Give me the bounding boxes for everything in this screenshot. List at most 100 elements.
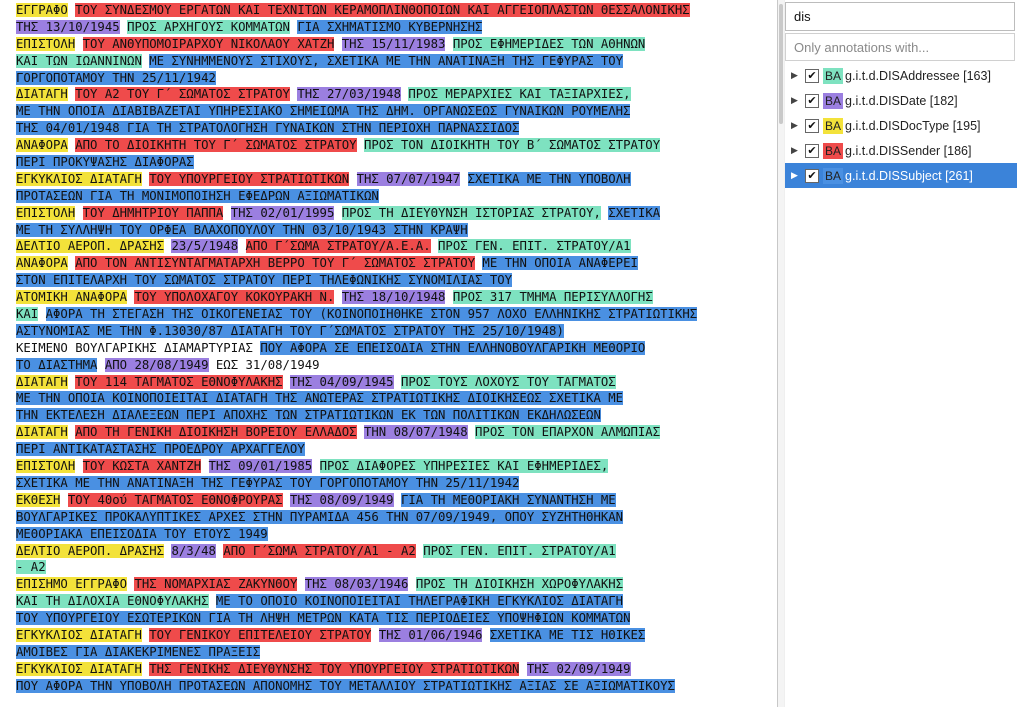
annotation-dissender[interactable]: ΤΟΥ ΥΠΟΥΡΓΕΙΟΥ ΣΤΡΑΤΙΩΤΙΚΩΝ (149, 171, 350, 186)
annotation-dissubject[interactable]: ΠΡΟΤΑΣΕΩΝ ΓΙΑ ΤΗ ΜΟΝΙΜΟΠΟΙΗΣΗ ΕΦΕΔΡΩΝ ΑΞ… (16, 188, 379, 203)
annotation-dissender[interactable]: ΤΟΥ 114 ΤΑΓΜΑΤΟΣ ΕΘΝΟΦΥΛΑΚΗΣ (75, 374, 283, 389)
annotation-dissubject[interactable]: ΣΧΕΤΙΚΑ ΜΕ ΤΙΣ ΗΘΙΚΕΣ (489, 627, 646, 642)
expand-arrow-icon[interactable]: ▶ (791, 170, 801, 181)
annotation-disaddressee[interactable]: ΚΑΙ (16, 307, 39, 322)
annotation-disdate[interactable]: ΤΗΣ 01/06/1946 (378, 627, 483, 642)
annotation-disaddressee[interactable]: ΠΡΟΣ ΑΡΧΗΓΟΥΣ ΚΟΜΜΑΤΩΝ (127, 19, 290, 34)
visibility-checkbox[interactable]: ✔ (805, 143, 819, 158)
annotation-dissender[interactable]: ΤΟΥ ΓΕΝΙΚΟΥ ΕΠΙΤΕΛΕΙΟΥ ΣΤΡΑΤΟΥ (149, 627, 372, 642)
annotation-dissubject[interactable]: ΣΤΟΝ ΕΠΙΤΕΛΑΡΧΗ ΤΟΥ ΣΩΜΑΤΟΣ ΣΤΡΑΤΟΥ ΠΕΡΙ… (16, 273, 513, 288)
annotation-dissubject[interactable]: ΓΙΑ ΣΧΗΜΑΤΙΣΜΟ ΚΥΒΕΡΝΗΣΗΣ (297, 19, 483, 34)
annotation-disaddressee[interactable]: ΠΡΟΣ ΓΕΝ. ΕΠΙΤ. ΣΤΡΑΤΟΥ/Α1 (423, 543, 616, 558)
visibility-checkbox[interactable]: ✔ (805, 68, 819, 83)
annotation-disdate[interactable]: ΤΗΝ 08/07/1948 (363, 425, 468, 440)
expand-arrow-icon[interactable]: ▶ (791, 145, 801, 156)
expand-arrow-icon[interactable]: ▶ (791, 95, 801, 106)
annotation-disaddressee[interactable]: ΠΡΟΣ ΤΟΝ ΔΙΟΙΚΗΤΗ ΤΟΥ Β΄ ΣΩΜΑΤΟΣ ΣΤΡΑΤΟΥ (363, 138, 661, 153)
annotation-dissender[interactable]: ΑΠΟ Γ΄ΣΩΜΑ ΣΤΡΑΤΟΥ/Α.Ε.Α. (245, 239, 431, 254)
annotation-disaddressee[interactable]: ΠΡΟΣ 317 ΤΜΗΜΑ ΠΕΡΙΣΥΛΛΟΓΗΣ (452, 290, 653, 305)
annotation-disdate[interactable]: ΤΗΣ 04/09/1945 (289, 374, 394, 389)
annotation-disaddressee[interactable]: ΠΡΟΣ ΓΕΝ. ΕΠΙΤ. ΣΤΡΑΤΟΥ/Α1 (438, 239, 631, 254)
annotation-dissubject[interactable]: ΣΧΕΤΙΚΑ ΜΕ ΤΗΝ ΑΝΑΤΙΝΑΞΗ ΤΗΣ ΓΕΦΥΡΑΣ ΤΟΥ… (16, 475, 520, 490)
document-text[interactable]: ΕΓΓΡΑΦΟ ΤΟΥ ΣΥΝΔΕΣΜΟΥ ΕΡΓΑΤΩΝ ΚΑΙ ΤΕΧΝΙΤ… (16, 2, 760, 695)
annotation-disdate[interactable]: ΤΗΣ 07/07/1947 (356, 171, 461, 186)
expand-arrow-icon[interactable]: ▶ (791, 70, 801, 81)
annotation-type-item-dissubject[interactable]: ▶ ✔ BA g.i.t.d.DISSubject [261] (785, 163, 1017, 188)
annotation-dissubject[interactable]: ΜΕ ΤΗΝ ΟΠΟΙΑ ΔΙΑΒΙΒΑΖΕΤΑΙ ΥΠΗΡΕΣΙΑΚΟ ΣΗΜ… (16, 104, 631, 119)
annotation-disdoctype[interactable]: ΔΙΑΤΑΓΗ (16, 374, 68, 389)
annotation-disdoctype[interactable]: ΕΓΚΥΚΛΙΟΣ ΔΙΑΤΑΓΗ (16, 627, 142, 642)
annotation-disdate[interactable]: ΤΗΣ 02/09/1949 (526, 661, 631, 676)
annotation-disdoctype[interactable]: ΑΝΑΦΟΡΑ (16, 138, 68, 153)
annotation-dissubject[interactable]: ΜΕ ΣΥΝΗΜΜΕΝΟΥΣ ΣΤΙΧΟΥΣ, ΣΧΕΤΙΚΑ ΜΕ ΤΗΝ Α… (149, 53, 624, 68)
document-scrollbar[interactable] (778, 0, 784, 707)
visibility-checkbox[interactable]: ✔ (805, 118, 819, 133)
annotation-disdoctype[interactable]: ΑΝΑΦΟΡΑ (16, 256, 68, 271)
annotation-disdate[interactable]: ΤΗΣ 18/10/1948 (341, 290, 446, 305)
annotation-type-item-disaddressee[interactable]: ▶ ✔ BA g.i.t.d.DISAddressee [163] (785, 63, 1017, 88)
annotation-type-item-disdoctype[interactable]: ▶ ✔ BA g.i.t.d.DISDocType [195] (785, 113, 1017, 138)
visibility-checkbox[interactable]: ✔ (805, 168, 819, 183)
expand-arrow-icon[interactable]: ▶ (791, 120, 801, 131)
annotation-dissubject[interactable]: ΠΕΡΙ ΠΡΟΚΥΨΑΣΗΣ ΔΙΑΦΟΡΑΣ (16, 155, 194, 170)
annotation-dissender[interactable]: ΤΟΥ ΔΗΜΗΤΡΙΟΥ ΠΑΠΠΑ (82, 205, 224, 220)
annotation-dissender[interactable]: ΤΟΥ Α2 ΤΟΥ Γ΄ ΣΩΜΑΤΟΣ ΣΤΡΑΤΟΥ (75, 87, 290, 102)
annotation-color-badge[interactable]: BA (823, 167, 844, 184)
annotation-disdate[interactable]: ΤΗΣ 08/09/1949 (289, 492, 394, 507)
scrollbar-thumb[interactable] (779, 4, 783, 124)
annotation-disdoctype[interactable]: ΔΕΛΤΙΟ ΑΕΡΟΠ. ΔΡΑΣΗΣ (16, 239, 165, 254)
annotation-color-badge[interactable]: BA (823, 67, 844, 84)
annotation-dissubject[interactable]: ΒΟΥΛΓΑΡΙΚΕΣ ΠΡΟΚΑΛΥΠΤΙΚΕΣ ΑΡΧΕΣ ΣΤΗΝ ΠΥΡ… (16, 509, 624, 524)
annotation-disaddressee[interactable]: ΚΑΙ ΤΩΝ ΙΩΑΝΝΙΝΩΝ (16, 53, 142, 68)
annotation-dissubject[interactable]: ΤΟ ΔΙΑΣΤΗΜΑ (16, 357, 98, 372)
annotation-disdoctype[interactable]: ΔΕΛΤΙΟ ΑΕΡΟΠ. ΔΡΑΣΗΣ (16, 543, 165, 558)
annotation-dissender[interactable]: ΤΗΣ ΓΕΝΙΚΗΣ ΔΙΕΥΘΥΝΣΗΣ ΤΟΥ ΥΠΟΥΡΓΕΙΟΥ ΣΤ… (149, 661, 520, 676)
annotation-dissubject[interactable]: ΣΧΕΤΙΚΑ (608, 205, 661, 220)
annotation-disaddressee[interactable]: ΠΡΟΣ ΜΕΡΑΡΧΙΕΣ ΚΑΙ ΤΑΞΙΑΡΧΙΕΣ, (408, 87, 631, 102)
annotation-dissender[interactable]: ΤΟΥ ΥΠΟΛΟΧΑΓΟΥ ΚΟΚΟΥΡΑΚΗ Ν. (134, 290, 335, 305)
annotation-dissubject[interactable]: ΠΕΡΙ ΑΝΤΙΚΑΤΑΣΤΑΣΗΣ ΠΡΟΕΔΡΟΥ ΑΡΧΑΓΓΕΛΟΥ (16, 442, 305, 457)
annotation-dissubject[interactable]: ΑΜΟΙΒΕΣ ΓΙΑ ΔΙΑΚΕΚΡΙΜΕΝΕΣ ΠΡΑΞΕΙΣ (16, 644, 261, 659)
annotation-disdoctype[interactable]: ΕΚΘΕΣΗ (16, 492, 61, 507)
annotation-dissubject[interactable]: ΣΧΕΤΙΚΑ ΜΕ ΤΗΝ ΥΠΟΒΟΛΗ (467, 171, 631, 186)
annotation-dissender[interactable]: ΑΠΟ Γ΄ΣΩΜΑ ΣΤΡΑΤΟΥ/Α1 - Α2 (223, 543, 416, 558)
annotation-dissubject[interactable]: ΤΟΥ ΥΠΟΥΡΓΕΙΟΥ ΕΣΩΤΕΡΙΚΩΝ ΓΙΑ ΤΗ ΛΗΨΗ ΜΕ… (16, 611, 631, 626)
annotation-type-item-disdate[interactable]: ▶ ✔ BA g.i.t.d.DISDate [182] (785, 88, 1017, 113)
annotation-disaddressee[interactable]: ΚΑΙ ΤΗ ΔΙΛΟΧΙΑ ΕΘΝΟΦΥΛΑΚΗΣ (16, 594, 209, 609)
annotation-disaddressee[interactable]: ΠΡΟΣ ΤΗ ΔΙΕΥΘΥΝΣΗ ΙΣΤΟΡΙΑΣ ΣΤΡΑΤΟΥ, (341, 205, 601, 220)
annotation-disdate[interactable]: 8/3/48 (171, 543, 216, 558)
annotation-dissender[interactable]: ΤΗΣ ΝΟΜΑΡΧΙΑΣ ΖΑΚΥΝΘΟΥ (134, 577, 298, 592)
annotation-disdate[interactable]: ΤΗΣ 15/11/1983 (341, 36, 446, 51)
annotation-dissender[interactable]: ΑΠΟ ΤΟ ΔΙΟΙΚΗΤΗ ΤΟΥ Γ΄ ΣΩΜΑΤΟΣ ΣΤΡΑΤΟΥ (75, 138, 357, 153)
annotation-dissender[interactable]: ΤΟΥ ΚΩΣΤΑ ΧΑΝΤΖΗ (82, 459, 202, 474)
annotation-disdoctype[interactable]: ΕΠΙΣΤΟΛΗ (16, 36, 76, 51)
annotation-disdoctype[interactable]: ΑΤΟΜΙΚΗ ΑΝΑΦΟΡΑ (16, 290, 128, 305)
annotation-color-badge[interactable]: BA (823, 142, 844, 159)
annotation-disaddressee[interactable]: ΠΡΟΣ ΤΟΥΣ ΛΟΧΟΥΣ ΤΟΥ ΤΑΓΜΑΤΟΣ (401, 374, 616, 389)
annotation-disdoctype[interactable]: ΕΓΚΥΚΛΙΟΣ ΔΙΑΤΑΓΗ (16, 661, 142, 676)
annotation-disaddressee[interactable]: ΠΡΟΣ ΔΙΑΦΟΡΕΣ ΥΠΗΡΕΣΙΕΣ ΚΑΙ ΕΦΗΜΕΡΙΔΕΣ, (319, 459, 609, 474)
annotation-dissender[interactable]: ΑΠΟ ΤΟΝ ΑΝΤΙΣΥΝΤΑΓΜΑΤΑΡΧΗ ΒΕΡΡΟ ΤΟΥ Γ΄ Σ… (75, 256, 476, 271)
annotation-dissubject[interactable]: ΜΕ ΤΗ ΣΥΛΛΗΨΗ ΤΟΥ ΟΡΦΕΑ ΒΛΑΧΟΠΟΥΛΟΥ ΤΗΝ … (16, 222, 468, 237)
annotation-dissubject[interactable]: ΜΕ ΤΗΝ ΟΠΟΙΑ ΑΝΑΦΕΡΕΙ (482, 256, 638, 271)
annotation-dissubject[interactable]: ΑΣΤΥΝΟΜΙΑΣ ΜΕ ΤΗΝ Φ.13030/87 ΔΙΑΤΑΓΗ ΤΟΥ… (16, 323, 564, 338)
annotation-dissender[interactable]: ΤΟΥ ΣΥΝΔΕΣΜΟΥ ΕΡΓΑΤΩΝ ΚΑΙ ΤΕΧΝΙΤΩΝ ΚΕΡΑΜ… (75, 3, 690, 17)
annotation-disaddressee[interactable]: ΠΡΟΣ ΤΟΝ ΕΠΑΡΧΟΝ ΑΛΜΩΠΙΑΣ (475, 425, 661, 440)
annotation-dissubject[interactable]: ΓΟΡΓΟΠΟΤΑΜΟΥ ΤΗΝ 25/11/1942 (16, 70, 216, 85)
annotation-disaddressee[interactable]: ΠΡΟΣ ΤΗ ΔΙΟΙΚΗΣΗ ΧΩΡΟΦΥΛΑΚΗΣ (415, 577, 624, 592)
annotation-dissender[interactable]: ΑΠΟ ΤΗ ΓΕΝΙΚΗ ΔΙΟΙΚΗΣΗ ΒΟΡΕΙΟΥ ΕΛΛΑΔΟΣ (75, 425, 357, 440)
annotation-disdate[interactable]: ΤΗΣ 13/10/1945 (16, 19, 120, 34)
visibility-checkbox[interactable]: ✔ (805, 93, 819, 108)
annotation-disdate[interactable]: ΑΠΟ 28/08/1949 (104, 357, 209, 372)
annotation-dissubject[interactable]: ΓΙΑ ΤΗ ΜΕΘΟΡΙΑΚΗ ΣΥΝΑΝΤΗΣΗ ΜΕ (401, 492, 616, 507)
annotation-dissubject[interactable]: ΜΕΘΟΡΙΑΚΑ ΕΠΕΙΣΟΔΙΑ ΤΟΥ ΕΤΟΥΣ 1949 (16, 526, 268, 541)
annotation-disdate[interactable]: ΤΗΣ 08/03/1946 (304, 577, 409, 592)
annotation-dissubject[interactable]: ΜΕ ΤΗΝ ΟΠΟΙΑ ΚΟΙΝΟΠΟΙΕΙΤΑΙ ΔΙΑΤΑΓΗ ΤΗΣ Α… (16, 391, 624, 406)
annotation-color-badge[interactable]: BA (823, 92, 844, 109)
annotation-dissubject[interactable]: ΤΗΝ ΕΚΤΕΛΕΣΗ ΔΙΑΛΕΞΕΩΝ ΠΕΡΙ ΑΠΟΧΗΣ ΤΩΝ Σ… (16, 408, 601, 423)
annotation-disdate[interactable]: 23/5/1948 (171, 239, 239, 254)
annotation-type-item-dissender[interactable]: ▶ ✔ BA g.i.t.d.DISSender [186] (785, 138, 1017, 163)
annotation-disdoctype[interactable]: ΕΠΙΣΤΟΛΗ (16, 205, 76, 220)
annotation-disaddressee[interactable]: ΠΡΟΣ ΕΦΗΜΕΡΙΔΕΣ ΤΩΝ ΑΘΗΝΩΝ (452, 36, 646, 51)
document-pane[interactable]: ΕΓΓΡΑΦΟ ΤΟΥ ΣΥΝΔΕΣΜΟΥ ΕΡΓΑΤΩΝ ΚΑΙ ΤΕΧΝΙΤ… (0, 0, 778, 707)
